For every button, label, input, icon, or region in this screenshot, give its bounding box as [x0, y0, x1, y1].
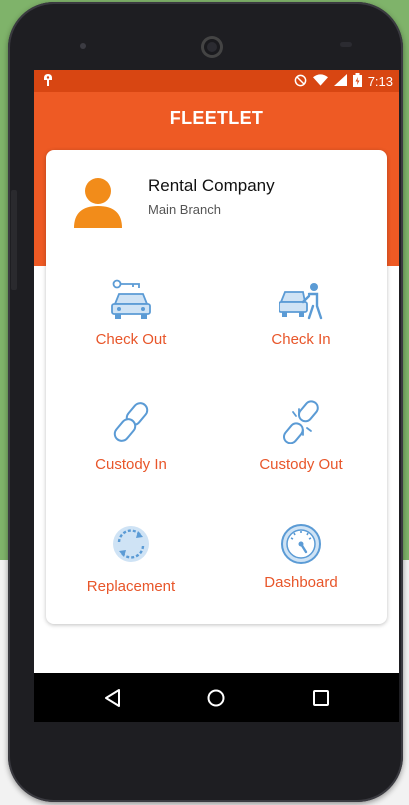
custody-in-label: Custody In [95, 456, 167, 473]
replacement-button[interactable]: Replacement [46, 522, 216, 632]
navigation-bar [34, 673, 399, 722]
check-out-label: Check Out [95, 331, 167, 348]
android-debug-icon [42, 73, 54, 90]
custody-out-button[interactable]: Custody Out [216, 400, 386, 510]
back-icon[interactable] [100, 685, 126, 711]
custody-out-label: Custody Out [259, 456, 343, 473]
app-screen: 7:13 FLEETLET Rental Company Main Branch [34, 70, 399, 722]
wifi-icon [312, 74, 328, 89]
replacement-label: Replacement [86, 578, 176, 595]
car-key-icon [111, 279, 151, 319]
phone-frame: 7:13 FLEETLET Rental Company Main Branch [8, 2, 403, 802]
branch-name: Main Branch [148, 202, 221, 217]
avatar-icon [74, 178, 122, 228]
signal-icon [333, 74, 347, 89]
phone-side-button [11, 190, 17, 290]
dashboard-button[interactable]: Dashboard [216, 522, 386, 632]
car-person-icon [279, 283, 323, 320]
link-chain-icon [113, 402, 149, 442]
refresh-icon [113, 526, 149, 562]
company-name: Rental Company [148, 176, 275, 195]
main-card: Rental Company Main Branch Check Out Che… [46, 150, 387, 624]
speedometer-icon [281, 524, 321, 564]
check-in-button[interactable]: Check In [216, 278, 386, 388]
clock-time: 7:13 [367, 74, 393, 89]
home-icon[interactable] [203, 685, 229, 711]
status-bar: 7:13 [34, 70, 399, 92]
recent-apps-icon[interactable] [308, 685, 334, 711]
battery-icon [352, 73, 362, 90]
phone-sensor [340, 42, 352, 47]
custody-in-button[interactable]: Custody In [46, 400, 216, 510]
phone-speaker [80, 43, 86, 49]
phone-camera [201, 36, 223, 58]
check-out-button[interactable]: Check Out [46, 278, 216, 388]
app-title: FLEETLET [34, 92, 399, 142]
broken-link-icon [282, 400, 319, 444]
do-not-disturb-icon [294, 74, 307, 90]
dashboard-label: Dashboard [264, 574, 338, 591]
check-in-label: Check In [271, 331, 331, 348]
profile-section: Rental Company Main Branch [46, 150, 387, 250]
